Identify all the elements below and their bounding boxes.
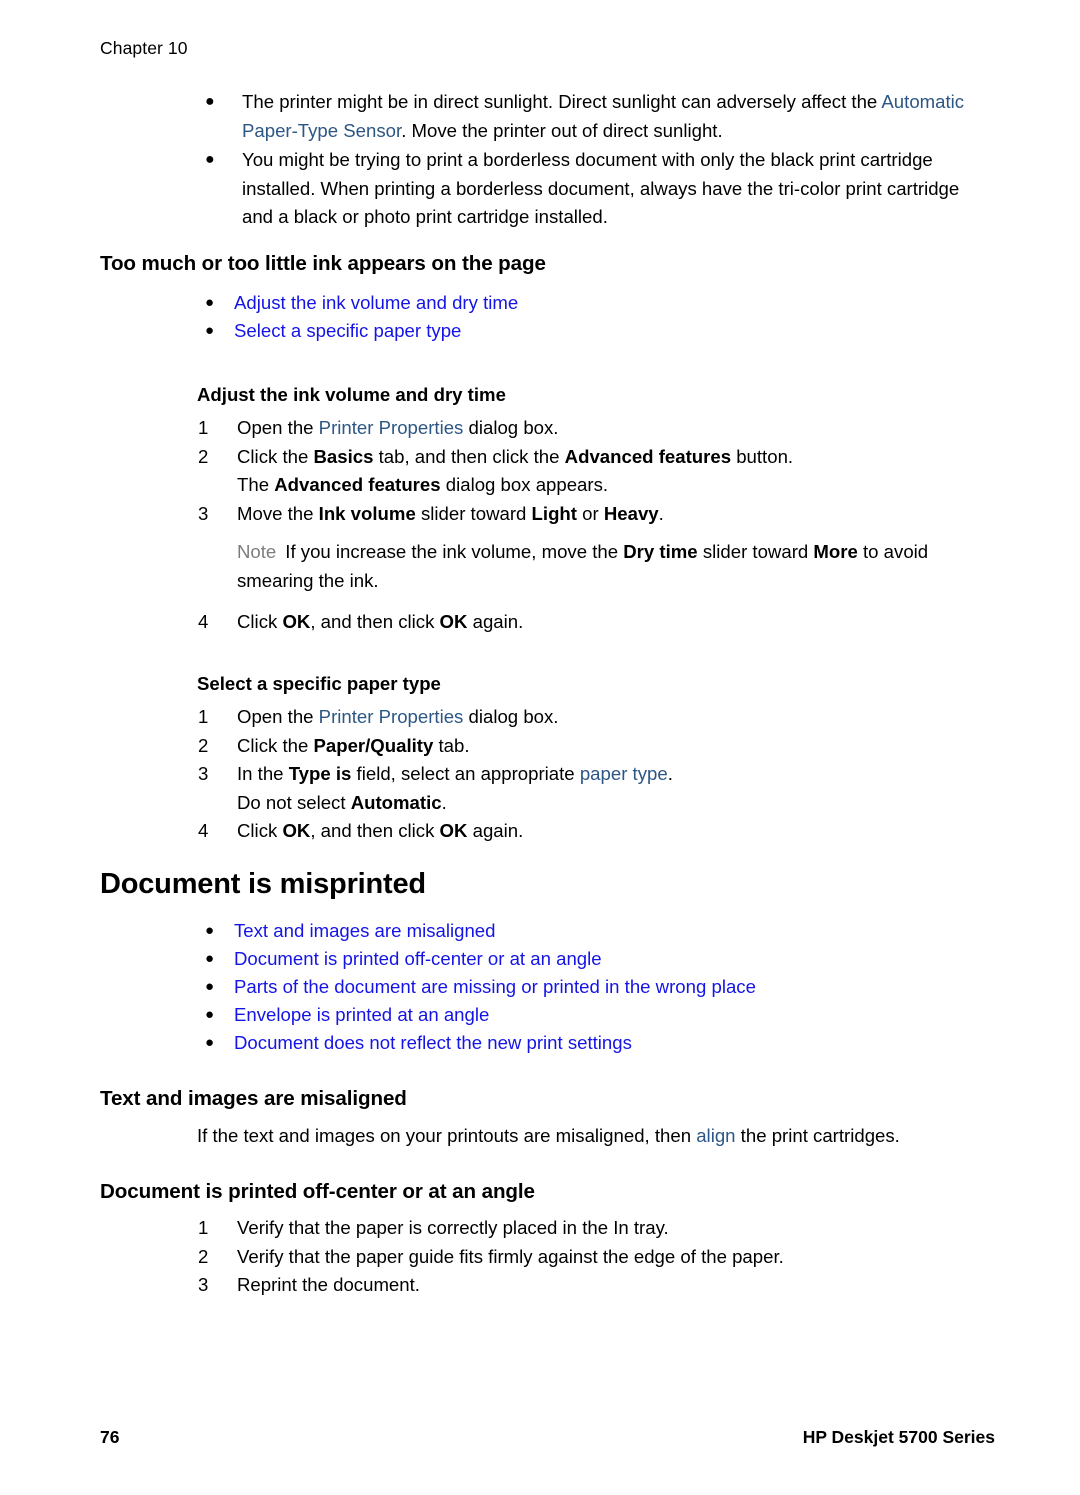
step-number: 2 — [198, 734, 209, 756]
step-text: Open the Printer Properties dialog box. — [237, 706, 559, 727]
step-item: 4 Click OK, and then click OK again. — [198, 608, 998, 637]
page-title-ink-section: Too much or too little ink appears on th… — [100, 252, 546, 275]
intro-bullet-text-0: The printer might be in direct sunlight.… — [242, 91, 965, 141]
step-item: 3 Move the Ink volume slider toward Ligh… — [198, 500, 998, 529]
step-text: Click OK, and then click OK again. — [237, 820, 524, 842]
note-text: If you increase the ink volume, move the… — [237, 541, 929, 591]
footer-product-name: HP Deskjet 5700 Series — [802, 1427, 995, 1447]
step-continuation: Do not select Automatic. — [237, 791, 447, 813]
link-adjust-ink-volume[interactable]: Adjust the ink volume and dry time — [234, 292, 518, 313]
inline-link[interactable]: align — [696, 1125, 735, 1146]
ink-section-link-list: ● Adjust the ink volume and dry time ● S… — [197, 289, 1037, 345]
step-number: 3 — [198, 1274, 209, 1296]
document-page: Chapter 10 ● The printer might be in dir… — [0, 0, 1080, 1495]
step-item: 1 Open the Printer Properties dialog box… — [198, 414, 998, 443]
link-text-images-misaligned[interactable]: Text and images are misaligned — [234, 920, 495, 941]
step-number: 1 — [198, 417, 209, 438]
page-title-misprint-section: Document is misprinted — [100, 868, 426, 900]
note-label: Note — [237, 541, 277, 562]
list-item[interactable]: ● Select a specific paper type — [197, 317, 1037, 345]
list-item[interactable]: ● Document is printed off-center or at a… — [197, 945, 1037, 973]
bullet-icon: ● — [205, 922, 215, 939]
bullet-icon: ● — [205, 151, 215, 168]
paragraph-text-images-misaligned: If the text and images on your printouts… — [197, 1125, 900, 1146]
list-item[interactable]: ● Parts of the document are missing or p… — [197, 973, 1037, 1001]
step-text: Click OK, and then click OK again. — [237, 611, 524, 632]
step-item: 3 In the Type is field, select an approp… — [198, 760, 998, 817]
step-item: 3 Reprint the document. — [198, 1271, 998, 1300]
subheading-adjust-ink-volume: Adjust the ink volume and dry time — [197, 384, 506, 405]
step-text: Click the Basics tab, and then click the… — [237, 445, 794, 467]
bullet-icon: ● — [205, 978, 215, 995]
step-number: 4 — [198, 820, 209, 842]
step-text: In the Type is field, select an appropri… — [237, 763, 673, 785]
bullet-icon: ● — [205, 1034, 215, 1051]
bullet-icon: ● — [205, 322, 215, 339]
step-text: Reprint the document. — [237, 1274, 420, 1296]
misprint-section-link-list: ● Text and images are misaligned ● Docum… — [197, 917, 1037, 1057]
step-item: 2 Verify that the paper guide fits firml… — [198, 1243, 998, 1272]
heading-text-images-misaligned: Text and images are misaligned — [100, 1087, 407, 1110]
bullet-icon: ● — [205, 93, 215, 110]
step-number: 2 — [198, 445, 209, 467]
step-number: 2 — [198, 1245, 209, 1267]
bullet-icon: ● — [205, 1006, 215, 1023]
intro-bullet-text-1: You might be trying to print a borderles… — [242, 149, 960, 227]
list-item[interactable]: ● Envelope is printed at an angle — [197, 1001, 1037, 1029]
steps-select-paper-type: 1 Open the Printer Properties dialog box… — [198, 703, 998, 846]
bullet-icon: ● — [205, 950, 215, 967]
link-parts-missing[interactable]: Parts of the document are missing or pri… — [234, 976, 756, 997]
step-item: 2 Click the Basics tab, and then click t… — [198, 443, 998, 500]
list-item[interactable]: ● Document does not reflect the new prin… — [197, 1029, 1037, 1057]
list-item: ● The printer might be in direct sunligh… — [195, 88, 985, 145]
intro-bullet-list: ● The printer might be in direct sunligh… — [195, 88, 985, 233]
step-number: 3 — [198, 502, 209, 524]
step-continuation: The Advanced features dialog box appears… — [237, 474, 609, 496]
list-item: ● You might be trying to print a borderl… — [195, 146, 985, 232]
step-text: Verify that the paper guide fits firmly … — [237, 1245, 784, 1267]
step-item: 1 Verify that the paper is correctly pla… — [198, 1214, 998, 1243]
step-item: 4 Click OK, and then click OK again. — [198, 817, 998, 846]
step-text: Move the Ink volume slider toward Light … — [237, 502, 664, 524]
step-text: Verify that the paper is correctly place… — [237, 1217, 669, 1238]
steps-adjust-ink-volume-final: 4 Click OK, and then click OK again. — [198, 608, 998, 637]
step-number: 1 — [198, 1217, 209, 1238]
link-select-paper-type[interactable]: Select a specific paper type — [234, 320, 461, 341]
step-item: 2 Click the Paper/Quality tab. — [198, 732, 998, 761]
step-number: 3 — [198, 763, 209, 785]
bullet-icon: ● — [205, 294, 215, 311]
list-item[interactable]: ● Adjust the ink volume and dry time — [197, 289, 1037, 317]
step-number: 1 — [198, 706, 209, 727]
link-envelope-angle[interactable]: Envelope is printed at an angle — [234, 1004, 489, 1025]
step-number: 4 — [198, 611, 209, 632]
list-item[interactable]: ● Text and images are misaligned — [197, 917, 1037, 945]
link-document-off-center[interactable]: Document is printed off-center or at an … — [234, 948, 602, 969]
inline-link[interactable]: paper type — [580, 763, 668, 784]
note-block: Note If you increase the ink volume, move… — [237, 538, 997, 595]
heading-document-off-center: Document is printed off-center or at an … — [100, 1180, 535, 1203]
inline-link[interactable]: Printer Properties — [319, 706, 464, 727]
step-text: Open the Printer Properties dialog box. — [237, 417, 559, 438]
subheading-select-paper-type: Select a specific paper type — [197, 673, 441, 694]
link-new-print-settings[interactable]: Document does not reflect the new print … — [234, 1032, 632, 1053]
steps-document-off-center: 1 Verify that the paper is correctly pla… — [198, 1214, 998, 1300]
footer-page-number: 76 — [100, 1427, 120, 1447]
step-text: Click the Paper/Quality tab. — [237, 734, 470, 756]
step-item: 1 Open the Printer Properties dialog box… — [198, 703, 998, 732]
chapter-header: Chapter 10 — [100, 38, 188, 58]
inline-link[interactable]: Printer Properties — [319, 417, 464, 438]
steps-adjust-ink-volume: 1 Open the Printer Properties dialog box… — [198, 414, 998, 528]
